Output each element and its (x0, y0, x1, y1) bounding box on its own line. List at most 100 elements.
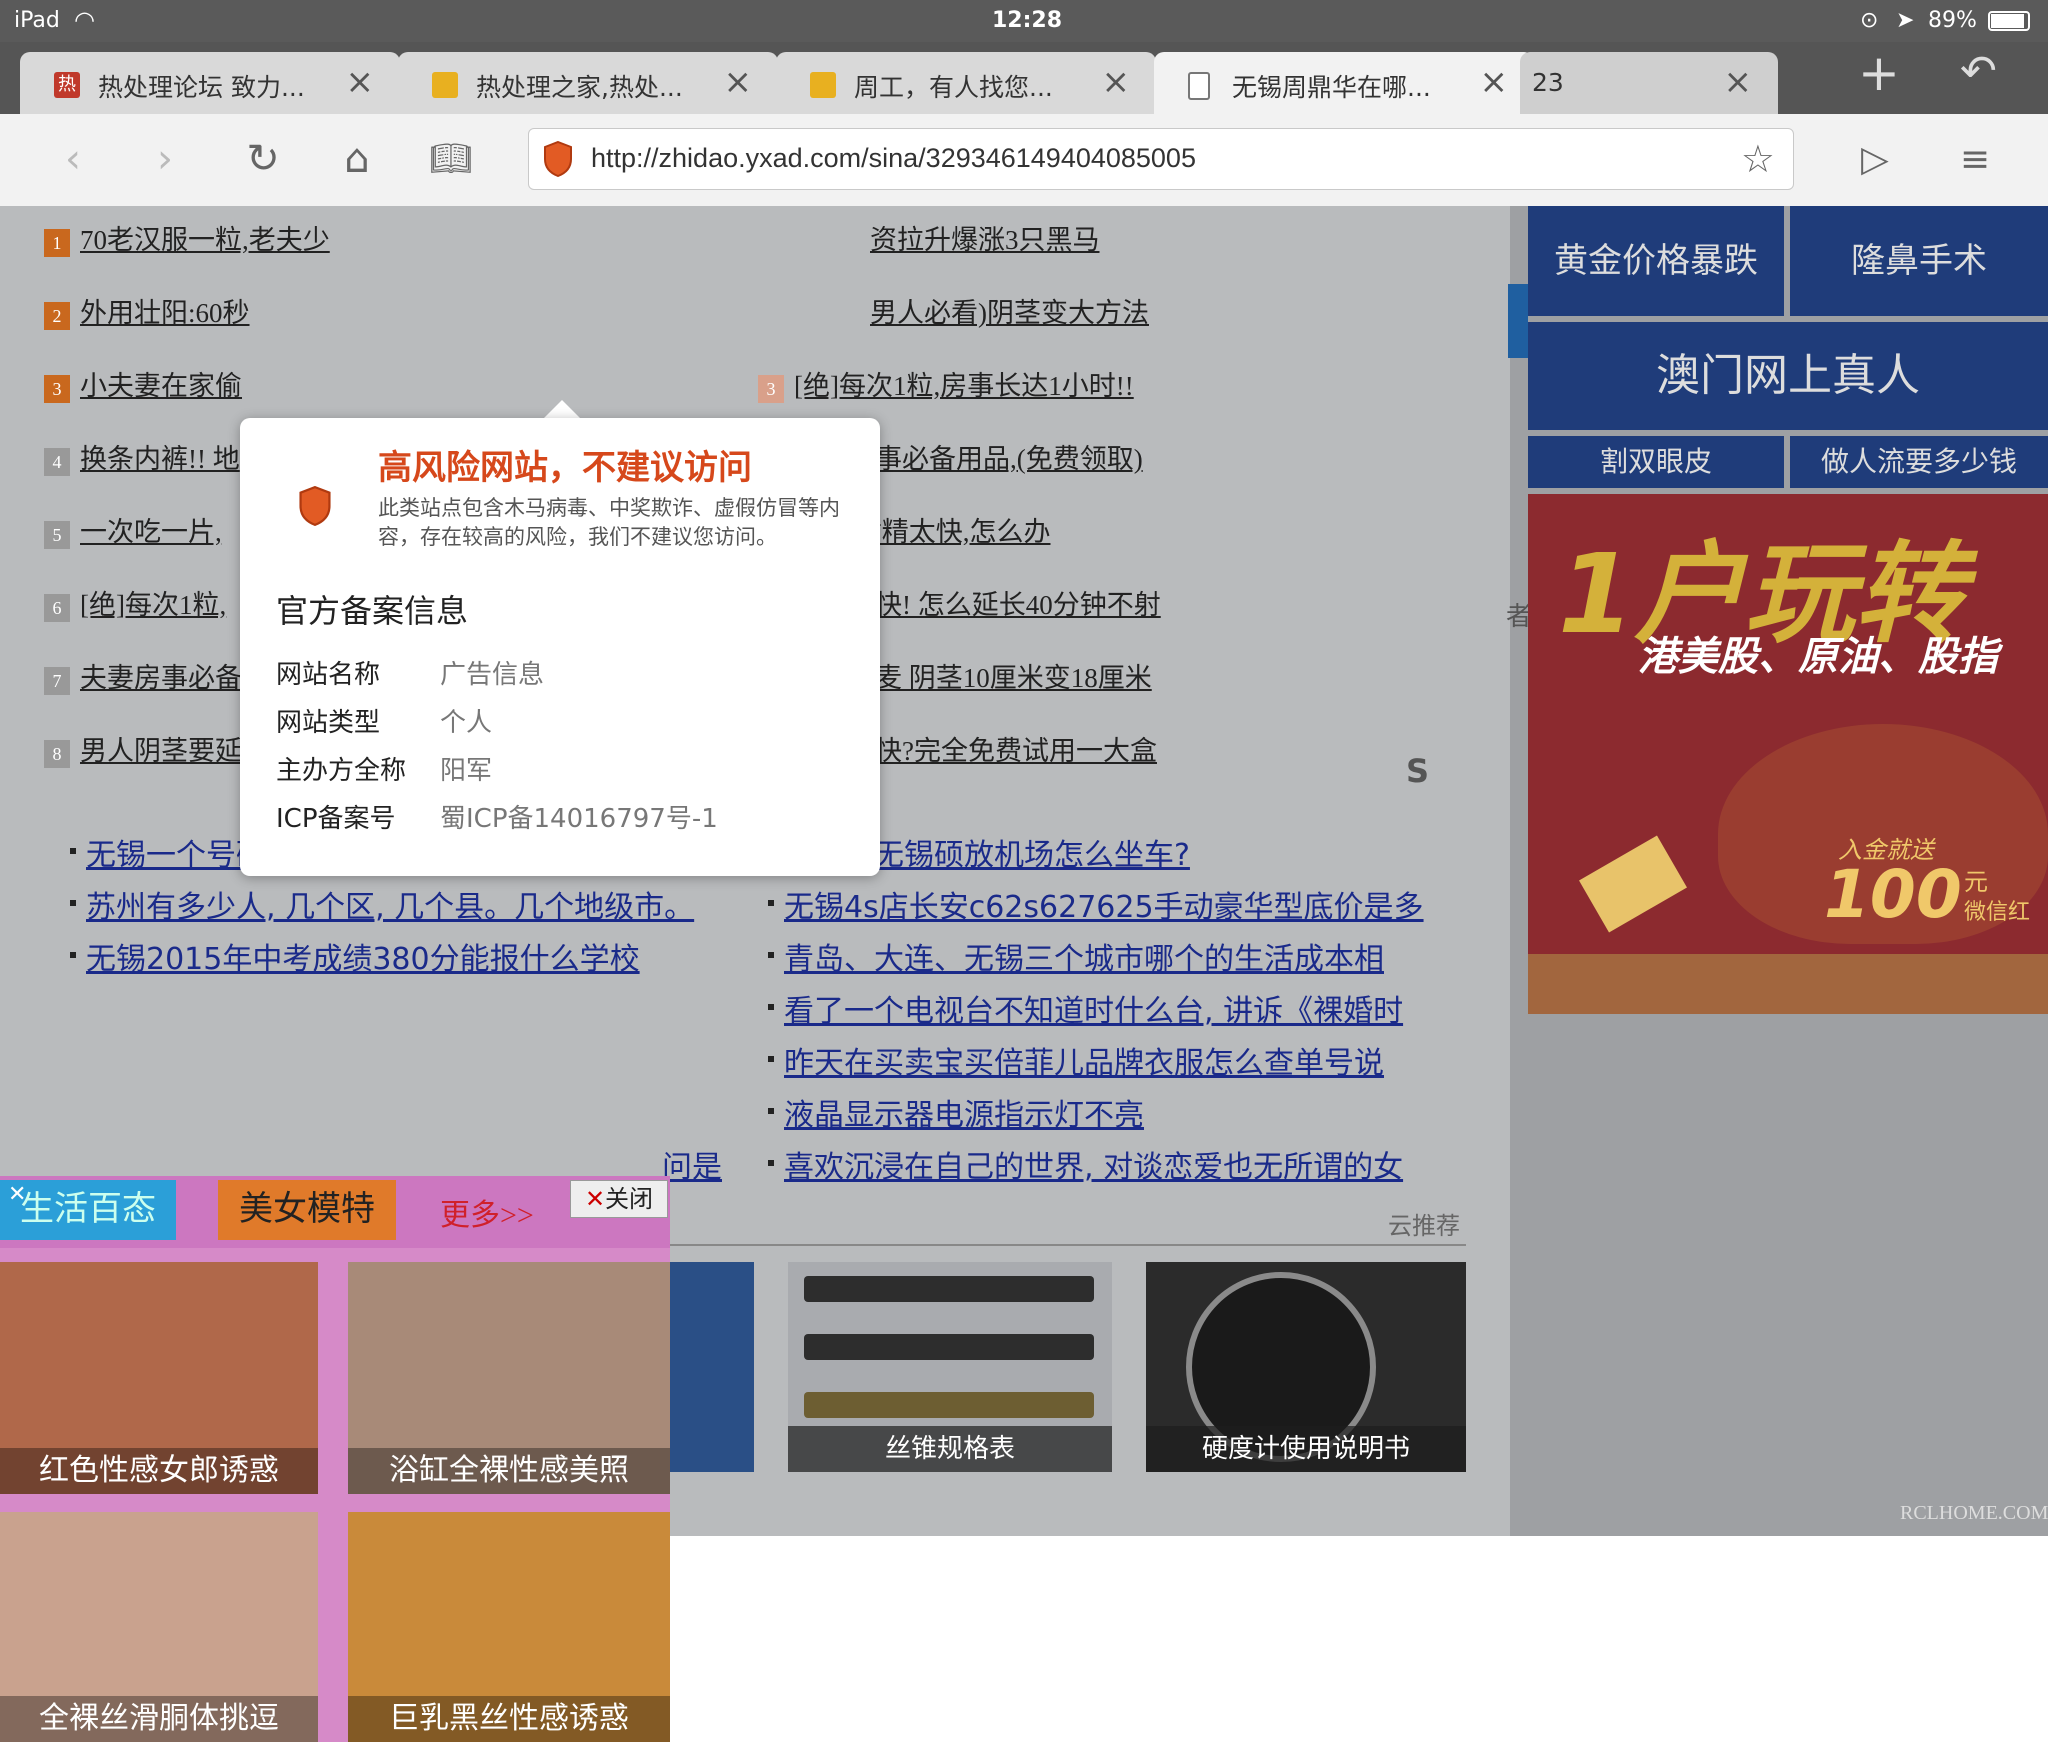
ad-thumb[interactable]: 全裸丝滑胴体挑逗 (0, 1512, 318, 1742)
bullet (768, 952, 774, 958)
question-link[interactable]: 液晶显示器电源指示灯不亮 (784, 1090, 1144, 1134)
question-link[interactable]: 苏州有多少人, 几个区, 几个县。几个地级市。 (86, 882, 694, 926)
close-icon[interactable]: × (1102, 62, 1131, 102)
ad-caption: 巨乳黑丝性感诱惑 (348, 1696, 670, 1742)
popup-arrow (542, 400, 582, 420)
sponsor-s-icon: S (1406, 752, 1430, 790)
document-icon (1188, 72, 1210, 100)
tab-1[interactable]: 热 热处理论坛 致力... × (20, 52, 400, 114)
ad-box[interactable]: 黄金价格暴跌 (1528, 206, 1784, 316)
rank-item[interactable]: 6 [绝]每次1粒, (44, 583, 226, 622)
back-icon[interactable]: ‹ (46, 132, 100, 186)
rank-item[interactable]: 资拉升爆涨3只黑马 (870, 218, 1100, 257)
device-name: iPad (14, 8, 60, 33)
float-ad-tab[interactable]: 美女模特 (218, 1180, 396, 1240)
rec-card-gauge[interactable]: 硬度计使用说明书 (1146, 1262, 1466, 1472)
favicon-icon (432, 72, 458, 98)
rec-caption: 硬度计使用说明书 (1146, 1426, 1466, 1472)
rec-card-partial[interactable] (660, 1262, 754, 1472)
question-link[interactable]: 无锡4s店长安c62s627625手动豪华型底价是多 (784, 882, 1424, 926)
shield-icon[interactable] (543, 140, 573, 178)
rank-item[interactable]: 1 70老汉服一粒,老夫少 (44, 218, 330, 257)
media-play-icon[interactable]: ▷ (1848, 132, 1902, 186)
ad-caption: 全裸丝滑胴体挑逗 (0, 1696, 318, 1742)
question-link[interactable]: 无锡2015年中考成绩380分能报什么学校 (86, 934, 640, 978)
gold-coins-image (1528, 954, 2048, 1014)
battery-icon (1988, 11, 2030, 31)
question-link[interactable]: 昨天在买卖宝买倍菲儿品牌衣服怎么查单号说 (784, 1038, 1384, 1082)
question-link[interactable]: 喜欢沉浸在自己的世界, 对谈恋爱也无所谓的女 (784, 1142, 1403, 1186)
tab-3[interactable]: 周工，有人找您... × (776, 52, 1156, 114)
undo-icon[interactable]: ↶ (1960, 46, 1997, 97)
url-text[interactable]: http://zhidao.yxad.com/sina/329346149404… (591, 143, 1196, 174)
warning-description: 此类站点包含木马病毒、中奖欺诈、虚假仿冒等内容，存在较高的风险，我们不建议您访问… (378, 496, 840, 549)
rank-item[interactable]: 3 [绝]每次1粒,房事长达1小时!! (758, 364, 1134, 403)
bullet (70, 848, 76, 854)
page-edge-tab (1508, 284, 1528, 358)
tab-title: 23 (1532, 68, 1564, 97)
question-link-partial[interactable]: 问是 (662, 1142, 722, 1186)
address-bar[interactable]: http://zhidao.yxad.com/sina/329346149404… (528, 128, 1794, 190)
divider (660, 1244, 1466, 1246)
info-row: 网站类型 个人 (276, 708, 493, 738)
browser-toolbar: ‹ › ↻ ⌂ 📖︎ http://zhidao.yxad.com/sina/3… (0, 114, 2048, 207)
ad-box[interactable]: 隆鼻手术 (1790, 206, 2048, 316)
red-envelope-image (1579, 835, 1687, 933)
tab-strip: 热 热处理论坛 致力... × 热处理之家,热处... × 周工，有人找您...… (0, 42, 2048, 114)
question-link[interactable]: 青岛、大连、无锡三个城市哪个的生活成本相 (784, 934, 1384, 978)
tab-title: 无锡周鼎华在哪... (1232, 73, 1431, 102)
tab-5[interactable]: 23 × (1520, 52, 1778, 114)
reload-icon[interactable]: ↻ (236, 132, 290, 186)
bookmarks-icon[interactable]: 📖︎ (424, 132, 478, 186)
banner-amount: 100 (1824, 856, 1962, 933)
menu-icon[interactable]: ≡ (1948, 132, 2002, 186)
ad-box[interactable]: 澳门网上真人 (1528, 322, 2048, 430)
tab-4-active[interactable]: 无锡周鼎华在哪... × (1154, 52, 1534, 114)
security-popup: 高风险网站，不建议访问 此类站点包含木马病毒、中奖欺诈、虚假仿冒等内容，存在较高… (240, 418, 880, 876)
tab-title: 热处理之家,热处... (476, 73, 683, 102)
home-icon[interactable]: ⌂ (330, 132, 384, 186)
tab-2[interactable]: 热处理之家,热处... × (398, 52, 778, 114)
ad-caption: 浴缸全裸性感美照 (348, 1448, 670, 1494)
ad-thumb[interactable]: 红色性感女郎诱惑 (0, 1262, 318, 1494)
rec-card-tap[interactable]: 丝锥规格表 (788, 1262, 1112, 1472)
ad-box[interactable]: 割双眼皮 (1528, 436, 1784, 488)
cloud-recommend-label: 云推荐 (1388, 1212, 1460, 1240)
float-ad-tabbar: 生活百态 ✕ 美女模特 更多>> ✕关闭 (0, 1176, 670, 1248)
rank-item[interactable]: 2 外用壮阳:60秒 (44, 291, 250, 330)
forward-icon[interactable]: › (138, 132, 192, 186)
section-title: 官方备案信息 (276, 592, 469, 630)
clock: 12:28 (992, 8, 1063, 33)
close-ad-button[interactable]: ✕关闭 (570, 1180, 668, 1218)
favicon-icon (810, 72, 836, 98)
ad-thumb[interactable]: 浴缸全裸性感美照 (348, 1262, 670, 1494)
banner-unit: 元 (1964, 868, 1988, 896)
add-bookmark-icon[interactable]: ☆ (1741, 137, 1775, 181)
rank-item[interactable]: 5 一次吃一片, (44, 510, 222, 549)
rank-item[interactable]: 男人必看)阴茎变大方法 (870, 291, 1149, 330)
sidebar-ads: 黄金价格暴跌 隆鼻手术 澳门网上真人 割双眼皮 做人流要多少钱 1户玩转 港美股… (1528, 206, 2048, 1536)
favicon-icon: 热 (54, 72, 80, 98)
bullet (768, 1004, 774, 1010)
web-content: 1 70老汉服一粒,老夫少 2 外用壮阳:60秒 3 小夫妻在家偷 4 换条内裤!! 地… (0, 206, 2048, 1742)
battery-percent: 89% (1928, 8, 1977, 33)
wifi-icon: ◠ (74, 6, 95, 34)
close-icon[interactable]: × (346, 62, 375, 102)
ad-thumb[interactable]: 巨乳黑丝性感诱惑 (348, 1512, 670, 1742)
question-link[interactable]: 看了一个电视台不知道时什么台, 讲诉《裸婚时 (784, 986, 1403, 1030)
rank-item[interactable]: 3 小夫妻在家偷 (44, 364, 242, 403)
rank-item[interactable]: 4 换条内裤!! 地 (44, 437, 240, 476)
ad-box[interactable]: 做人流要多少钱 (1790, 436, 2048, 488)
bullet (768, 1160, 774, 1166)
watermark: RCLHOME.COM (1900, 1502, 2048, 1524)
close-icon[interactable]: ✕ (8, 1182, 26, 1207)
new-tab-icon[interactable]: + (1858, 44, 1900, 102)
tap-tool-image (804, 1392, 1094, 1418)
banner-ad[interactable]: 1户玩转 港美股、原油、股指 入金就送 100 元 微信红 (1528, 494, 2048, 1014)
more-link[interactable]: 更多>> (440, 1190, 534, 1234)
tap-tool-image (804, 1276, 1094, 1302)
close-icon[interactable]: × (724, 62, 753, 102)
banner-subtitle: 港美股、原油、股指 (1638, 634, 1998, 680)
close-icon[interactable]: × (1724, 62, 1753, 102)
close-icon[interactable]: × (1480, 62, 1509, 102)
